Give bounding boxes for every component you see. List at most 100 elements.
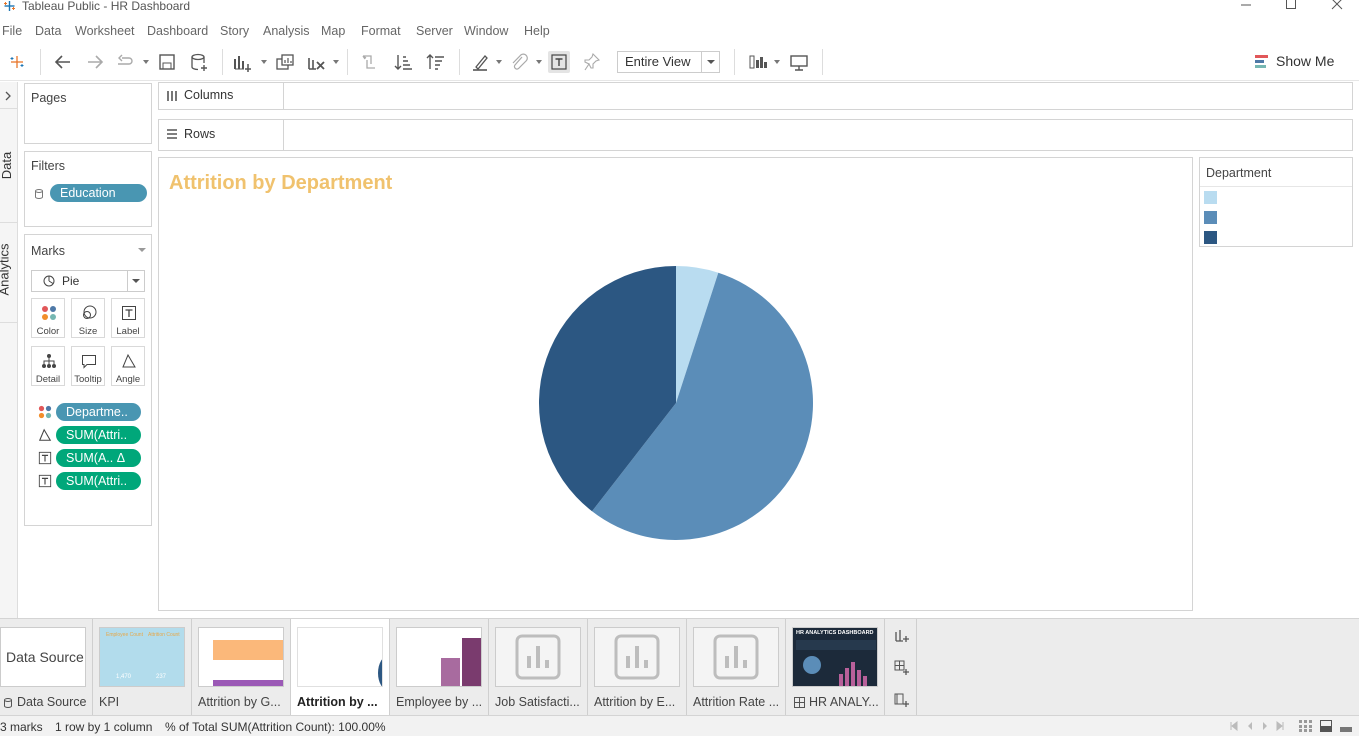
tab-hr-analytics-dashboard[interactable]: HR ANALYTICS DASHBOARD HR ANALY... — [786, 619, 885, 716]
tab-label-data-source: Data Source — [17, 695, 87, 709]
menu-window[interactable]: Window — [464, 24, 508, 38]
show-tabs-icon[interactable] — [1320, 720, 1332, 732]
new-worksheet-dropdown[interactable] — [261, 60, 267, 64]
first-sheet-icon[interactable] — [1229, 721, 1239, 731]
group-members-icon[interactable] — [508, 51, 530, 73]
new-worksheet-icon[interactable] — [894, 628, 910, 644]
tab-job-satisfaction[interactable]: Job Satisfacti... — [489, 619, 588, 716]
maximize-button[interactable] — [1276, 0, 1306, 12]
presentation-mode-icon[interactable] — [788, 51, 810, 73]
filter-pill-education[interactable]: Education — [50, 184, 147, 202]
tab-analytics[interactable]: Analytics — [0, 243, 12, 295]
toolbar-separator — [822, 49, 823, 75]
menu-format[interactable]: Format — [361, 24, 401, 38]
thumb-bar — [851, 662, 855, 686]
marks-detail-button[interactable]: Detail — [31, 346, 65, 386]
thumb-column — [441, 658, 460, 686]
new-sheet-buttons — [885, 619, 917, 716]
minimize-button[interactable] — [1231, 0, 1261, 12]
mark-type-select[interactable]: Pie — [31, 270, 145, 292]
menu-dashboard[interactable]: Dashboard — [147, 24, 208, 38]
menu-map[interactable]: Map — [321, 24, 345, 38]
marks-pill-department[interactable]: Departme.. — [56, 403, 141, 421]
new-story-icon[interactable] — [894, 692, 910, 708]
rows-shelf[interactable]: Rows — [158, 119, 1353, 151]
tab-employee-by[interactable]: Employee by ... — [390, 619, 489, 716]
redo-icon[interactable] — [84, 51, 106, 73]
save-icon[interactable] — [156, 51, 178, 73]
marks-size-button[interactable]: Size — [71, 298, 105, 338]
fit-view-dropdown-button[interactable] — [701, 52, 719, 72]
previous-sheet-icon[interactable] — [1245, 721, 1255, 731]
tab-label-attrition-by-education: Attrition by E... — [594, 695, 676, 709]
menu-worksheet[interactable]: Worksheet — [75, 24, 135, 38]
duplicate-sheet-icon[interactable] — [274, 51, 296, 73]
status-bar: 3 marks 1 row by 1 column % of Total SUM… — [0, 715, 1359, 736]
show-cards-dropdown[interactable] — [774, 60, 780, 64]
next-sheet-icon[interactable] — [1260, 721, 1270, 731]
marks-card-menu-icon[interactable] — [137, 245, 147, 255]
thumb-bar — [839, 674, 843, 686]
columns-shelf[interactable]: Columns — [158, 82, 1353, 110]
show-cards-icon[interactable] — [748, 51, 770, 73]
undo-icon[interactable] — [52, 51, 74, 73]
show-mark-labels-icon[interactable] — [548, 51, 570, 73]
tab-attrition-rate[interactable]: Attrition Rate ... — [687, 619, 786, 716]
rows-shelf-title: Rows — [184, 127, 216, 141]
new-worksheet-icon[interactable] — [232, 51, 254, 73]
marks-pill-label-measure[interactable]: SUM(Attri.. — [56, 472, 141, 490]
group-dropdown[interactable] — [536, 60, 542, 64]
label-icon — [122, 306, 136, 320]
sort-descending-icon[interactable] — [424, 51, 446, 73]
marks-label-button[interactable]: Label — [111, 298, 145, 338]
legend-swatch-2[interactable] — [1204, 211, 1217, 224]
marks-tooltip-button[interactable]: Tooltip — [71, 346, 105, 386]
legend-swatch-3[interactable] — [1204, 231, 1217, 244]
tab-kpi[interactable]: Employee Count Attrition Count 1,470 237… — [93, 619, 192, 716]
filters-card[interactable]: Filters Education — [24, 151, 152, 227]
marks-detail-label: Detail — [35, 374, 61, 385]
new-dashboard-icon[interactable] — [894, 660, 910, 676]
tab-data[interactable]: Data — [0, 152, 14, 179]
expand-pane-chevron-icon[interactable] — [2, 90, 14, 102]
tab-divider — [0, 322, 18, 323]
show-sheet-sorter-icon[interactable] — [1340, 720, 1352, 732]
tooltip-icon — [82, 355, 96, 369]
show-filmstrip-icon[interactable] — [1299, 720, 1312, 732]
replay-icon[interactable] — [114, 51, 136, 73]
marks-angle-button[interactable]: Angle — [111, 346, 145, 386]
highlight-icon[interactable] — [470, 51, 492, 73]
menu-story[interactable]: Story — [220, 24, 249, 38]
replay-dropdown[interactable] — [143, 60, 149, 64]
legend-swatch-1[interactable] — [1204, 191, 1217, 204]
menu-server[interactable]: Server — [416, 24, 453, 38]
fit-view-select[interactable]: Entire View — [617, 51, 720, 73]
menu-help[interactable]: Help — [524, 24, 550, 38]
marks-color-button[interactable]: Color — [31, 298, 65, 338]
marks-pill-label-measure-calc[interactable]: SUM(A.. Δ — [56, 449, 141, 467]
columns-icon — [167, 91, 177, 101]
tab-attrition-by-education[interactable]: Attrition by E... — [588, 619, 687, 716]
last-sheet-icon[interactable] — [1275, 721, 1285, 731]
fix-axes-pin-icon[interactable] — [580, 51, 602, 73]
tab-data-source[interactable]: Data Source Data Source — [0, 619, 93, 716]
tab-attrition-by-gender[interactable]: Attrition by G... — [192, 619, 291, 716]
menu-analysis[interactable]: Analysis — [263, 24, 310, 38]
clear-sheet-icon[interactable] — [305, 51, 327, 73]
tab-attrition-by-department[interactable]: Attrition by ... — [291, 619, 390, 716]
menu-file[interactable]: File — [2, 24, 22, 38]
mark-type-dropdown-button[interactable] — [127, 271, 144, 291]
color-legend[interactable]: Department — [1199, 157, 1353, 247]
clear-sheet-dropdown[interactable] — [333, 60, 339, 64]
marks-pill-angle-measure[interactable]: SUM(Attri.. — [56, 426, 141, 444]
swap-rows-columns-icon[interactable] — [358, 51, 380, 73]
highlight-dropdown[interactable] — [496, 60, 502, 64]
pages-card[interactable]: Pages — [24, 83, 152, 144]
new-data-source-icon[interactable] — [188, 51, 210, 73]
close-button[interactable] — [1322, 0, 1352, 12]
tableau-home-icon[interactable] — [6, 51, 28, 73]
worksheet-canvas[interactable]: Attrition by Department — [158, 157, 1193, 611]
menu-data[interactable]: Data — [35, 24, 61, 38]
sort-ascending-icon[interactable] — [392, 51, 414, 73]
pie-chart[interactable] — [159, 158, 1192, 610]
